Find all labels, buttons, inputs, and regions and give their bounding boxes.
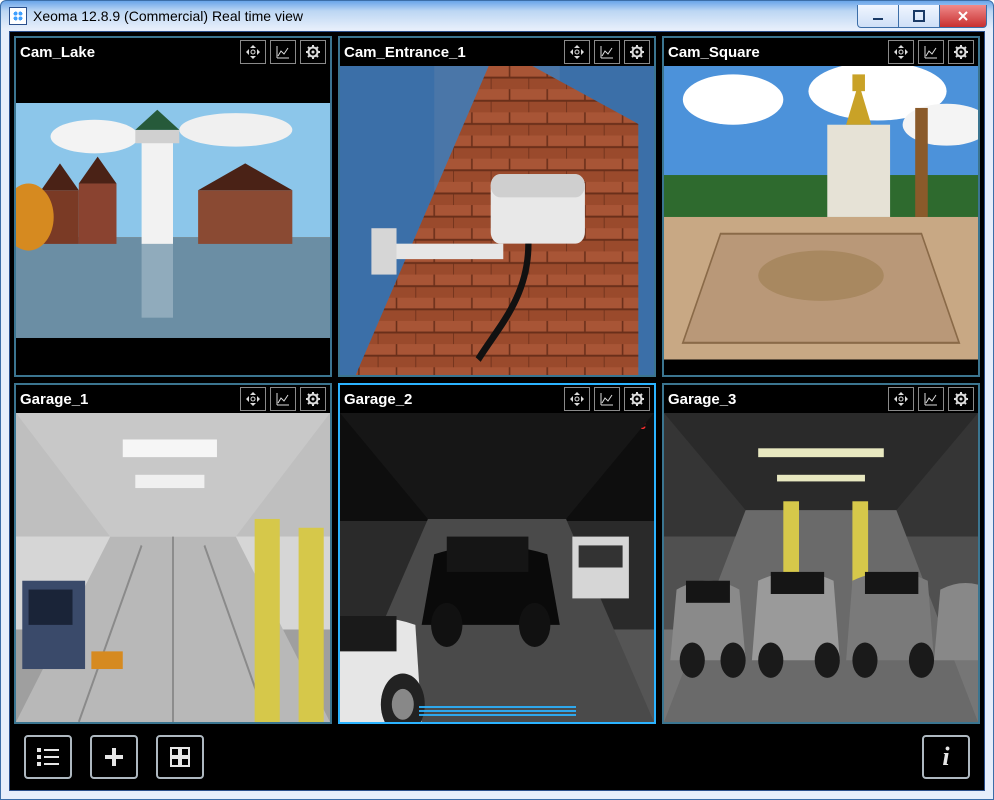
camera-name: Cam_Square [668,44,884,61]
camera-header: Garage_1 [16,385,330,413]
activity-button[interactable] [918,40,944,64]
camera-panel-entrance[interactable]: Cam_Entrance_1 [338,36,656,377]
titlebar[interactable]: Xeoma 12.8.9 (Commercial) Real time view [1,1,993,31]
camera-name: Cam_Lake [20,44,236,61]
ptz-button[interactable] [564,40,590,64]
camera-feed [340,66,654,375]
activity-chart-icon [923,44,939,60]
settings-gear-icon [629,44,645,60]
activity-button[interactable] [594,387,620,411]
scene-lake [16,103,330,338]
camera-header: Garage_2 [340,385,654,413]
camera-header: Garage_3 [664,385,978,413]
camera-name: Garage_1 [20,391,236,408]
activity-chart-icon [275,391,291,407]
maximize-button[interactable] [898,5,940,28]
ptz-crosshair-icon [893,391,909,407]
activity-button[interactable] [270,40,296,64]
grid-button[interactable] [156,735,204,779]
app-icon [9,7,27,25]
settings-button[interactable] [948,387,974,411]
window-title: Xeoma 12.8.9 (Commercial) Real time view [33,8,303,24]
list-button[interactable] [24,735,72,779]
ptz-crosshair-icon [569,44,585,60]
camera-panel-garage-3[interactable]: Garage_3 [662,383,980,724]
activity-chart-icon [599,391,615,407]
activity-button[interactable] [918,387,944,411]
scene-garage-2 [340,413,654,722]
camera-panel-garage-1[interactable]: Garage_1 [14,383,332,724]
settings-gear-icon [305,44,321,60]
settings-gear-icon [305,391,321,407]
activity-button[interactable] [594,40,620,64]
info-icon: i [942,742,949,772]
close-icon [957,10,969,22]
activity-chart-icon [599,44,615,60]
client-area: Cam_Lake [9,31,985,791]
scene-garage-3 [664,413,978,722]
camera-panel-square[interactable]: Cam_Square [662,36,980,377]
settings-gear-icon [953,44,969,60]
maximize-icon [913,10,925,22]
camera-panel-garage-2[interactable]: Garage_2 Rec [338,383,656,724]
ptz-crosshair-icon [893,44,909,60]
scene-garage-1 [16,413,330,722]
settings-button[interactable] [300,387,326,411]
camera-name: Cam_Entrance_1 [344,44,560,61]
camera-feed [16,66,330,375]
camera-feed [16,413,330,722]
settings-button[interactable] [624,40,650,64]
plus-icon [102,745,126,769]
settings-gear-icon [953,391,969,407]
camera-panel-lake[interactable]: Cam_Lake [14,36,332,377]
ptz-button[interactable] [564,387,590,411]
activity-chart-icon [923,391,939,407]
camera-name: Garage_2 [344,391,560,408]
camera-name: Garage_3 [668,391,884,408]
camera-grid: Cam_Lake [14,36,980,724]
ptz-crosshair-icon [245,44,261,60]
info-button[interactable]: i [922,735,970,779]
ptz-button[interactable] [240,40,266,64]
settings-button[interactable] [624,387,650,411]
scene-square [664,66,978,360]
bottom-toolbar: i [14,728,980,786]
settings-gear-icon [629,391,645,407]
activity-button[interactable] [270,387,296,411]
minimize-button[interactable] [857,5,899,28]
activity-chart-icon [275,44,291,60]
add-button[interactable] [90,735,138,779]
grid-layout-icon [168,745,192,769]
settings-button[interactable] [300,40,326,64]
camera-header: Cam_Lake [16,38,330,66]
scene-entrance [340,66,654,375]
window-controls [858,5,987,28]
app-window: Xeoma 12.8.9 (Commercial) Real time view… [0,0,994,800]
minimize-icon [872,10,884,22]
camera-feed [664,66,978,375]
camera-feed [664,413,978,722]
ptz-crosshair-icon [569,391,585,407]
ptz-crosshair-icon [245,391,261,407]
camera-header: Cam_Square [664,38,978,66]
ptz-button[interactable] [240,387,266,411]
settings-button[interactable] [948,40,974,64]
ptz-button[interactable] [888,40,914,64]
ptz-button[interactable] [888,387,914,411]
camera-header: Cam_Entrance_1 [340,38,654,66]
close-button[interactable] [939,5,987,28]
camera-feed: Rec [340,413,654,722]
list-icon [35,746,61,768]
